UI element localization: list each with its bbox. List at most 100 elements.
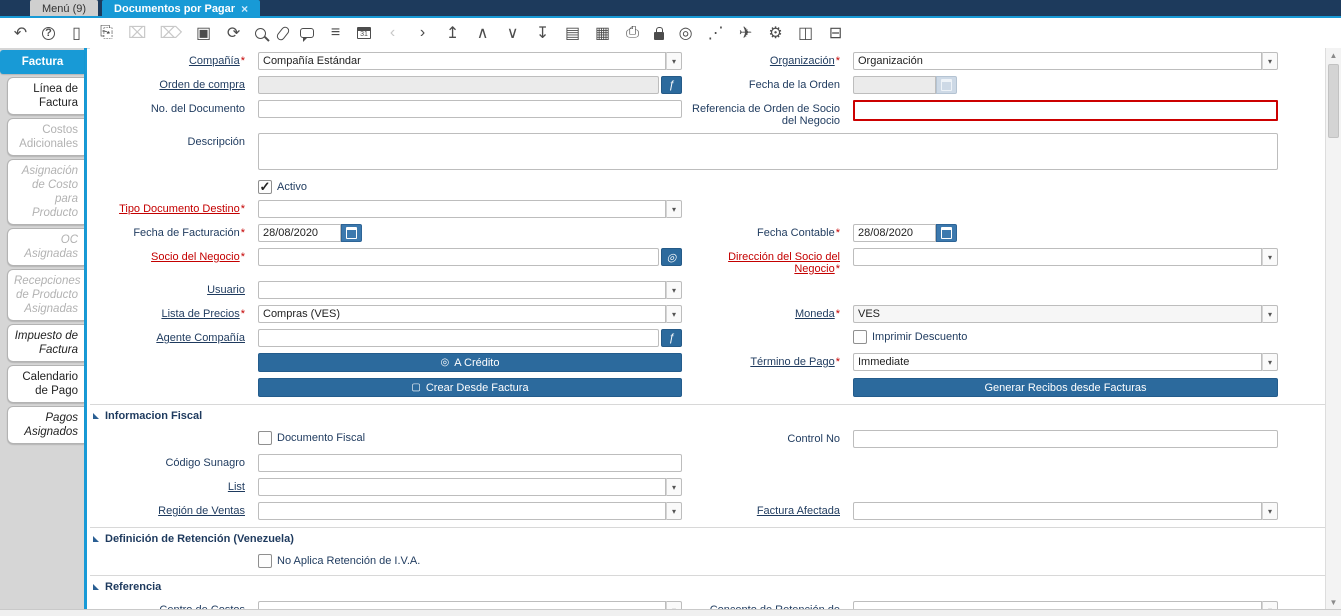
activo-checkbox[interactable]: ✓ bbox=[258, 179, 272, 194]
customize-icon[interactable]: ⚙ bbox=[767, 24, 784, 42]
label-moneda[interactable]: Moneda* bbox=[682, 305, 848, 320]
tipo-documento-destino-input[interactable] bbox=[258, 200, 666, 218]
record-search-icon[interactable]: ◎ bbox=[661, 248, 682, 266]
sidebar-tab-impuesto-de-factura[interactable]: Impuesto de Factura bbox=[7, 324, 84, 362]
chevron-down-icon[interactable]: ▾ bbox=[1262, 502, 1278, 520]
request-icon[interactable]: ✈ bbox=[737, 24, 754, 42]
report-icon[interactable]: ▤ bbox=[564, 24, 581, 42]
find-icon[interactable] bbox=[255, 27, 267, 39]
label-agente-compania[interactable]: Agente Compañía bbox=[90, 329, 253, 344]
detail-record-icon[interactable]: ∨ bbox=[504, 24, 521, 42]
a-credito-button[interactable]: ◎ A Crédito bbox=[258, 353, 682, 372]
vertical-scrollbar[interactable]: ▲ ▼ bbox=[1325, 48, 1341, 610]
label-orden-de-compra[interactable]: Orden de compra bbox=[90, 76, 253, 91]
parent-record-icon[interactable]: ∧ bbox=[474, 24, 491, 42]
descripcion-textarea[interactable] bbox=[258, 133, 1278, 170]
generar-recibos-button[interactable]: Generar Recibos desde Facturas bbox=[853, 378, 1278, 397]
chevron-down-icon[interactable]: ▾ bbox=[1262, 52, 1278, 70]
calendar-icon[interactable]: 31 bbox=[357, 27, 372, 39]
chevron-down-icon[interactable]: ▾ bbox=[1262, 305, 1278, 323]
first-record-icon[interactable]: ↥ bbox=[444, 24, 461, 42]
chevron-down-icon[interactable]: ▾ bbox=[666, 305, 682, 323]
grid-toggle-icon[interactable]: ≡ bbox=[327, 24, 344, 42]
undo-icon[interactable]: ↶ bbox=[12, 24, 29, 42]
sidebar-tab-calendario-de-pago[interactable]: Calendario de Pago bbox=[7, 365, 84, 403]
socio-del-negocio-input[interactable] bbox=[258, 248, 660, 266]
label-organizacion[interactable]: Organización* bbox=[682, 52, 848, 67]
chevron-down-icon[interactable]: ▾ bbox=[666, 52, 682, 70]
label-compania[interactable]: Compañía* bbox=[90, 52, 253, 67]
save-icon[interactable]: ▣ bbox=[195, 24, 212, 42]
tab-menu[interactable]: Menú (9) bbox=[30, 0, 99, 16]
copy-record-icon[interactable]: ⎘ bbox=[98, 24, 115, 42]
refresh-icon[interactable]: ⟳ bbox=[225, 24, 242, 42]
calendar-picker-icon[interactable] bbox=[341, 224, 362, 242]
tab-documentos-por-pagar[interactable]: Documentos por Pagar × bbox=[102, 0, 261, 16]
archive-icon[interactable]: ▦ bbox=[594, 24, 611, 42]
label-direccion-socio[interactable]: Dirección del Socio del Negocio* bbox=[682, 248, 848, 275]
imprimir-descuento-checkbox[interactable] bbox=[853, 330, 867, 344]
record-edit-icon[interactable]: ƒ bbox=[661, 329, 682, 347]
chevron-down-icon[interactable]: ▾ bbox=[666, 200, 682, 218]
attachment-icon[interactable] bbox=[275, 24, 291, 42]
agente-compania-input[interactable] bbox=[258, 329, 660, 347]
no-del-documento-input[interactable] bbox=[258, 100, 682, 118]
calendar-picker-icon[interactable] bbox=[936, 224, 957, 242]
organizacion-input[interactable] bbox=[853, 52, 1262, 70]
label-termino-de-pago[interactable]: Término de Pago* bbox=[682, 353, 848, 368]
next-record-icon[interactable]: › bbox=[414, 24, 431, 42]
factura-afectada-input[interactable] bbox=[853, 502, 1262, 520]
no-aplica-retencion-iva-checkbox[interactable] bbox=[258, 554, 272, 568]
label-factura-afectada[interactable]: Factura Afectada bbox=[682, 502, 848, 517]
chat-icon[interactable] bbox=[300, 28, 315, 42]
codigo-sunagro-input[interactable] bbox=[258, 454, 682, 472]
sidebar-tab-linea-de-factura[interactable]: Línea de Factura bbox=[7, 77, 84, 115]
documento-fiscal-checkbox[interactable] bbox=[258, 431, 272, 445]
fecha-de-facturacion-input[interactable] bbox=[258, 224, 341, 242]
referencia-orden-socio-input[interactable] bbox=[853, 100, 1278, 121]
chevron-down-icon[interactable]: ▾ bbox=[666, 502, 682, 520]
quick-form-icon[interactable]: ⊟ bbox=[827, 24, 844, 42]
scroll-down-icon[interactable]: ▼ bbox=[1326, 595, 1341, 610]
compania-input[interactable] bbox=[258, 52, 666, 70]
close-tab-icon[interactable]: × bbox=[241, 3, 248, 15]
collapse-triangle-icon bbox=[93, 413, 99, 419]
record-edit-icon[interactable]: ƒ bbox=[661, 76, 682, 94]
fecha-de-facturacion-field bbox=[258, 224, 362, 242]
chevron-down-icon[interactable]: ▾ bbox=[666, 478, 682, 496]
chevron-down-icon[interactable]: ▾ bbox=[666, 281, 682, 299]
label-region-de-ventas[interactable]: Región de Ventas bbox=[90, 502, 253, 517]
direccion-socio-input[interactable] bbox=[853, 248, 1262, 266]
usuario-input[interactable] bbox=[258, 281, 666, 299]
control-no-input[interactable] bbox=[853, 430, 1278, 448]
product-info-icon[interactable]: ◫ bbox=[797, 24, 814, 42]
label-lista-de-precios[interactable]: Lista de Precios* bbox=[90, 305, 253, 320]
chevron-down-icon[interactable]: ▾ bbox=[1262, 353, 1278, 371]
termino-de-pago-input[interactable] bbox=[853, 353, 1262, 371]
fecha-contable-input[interactable] bbox=[853, 224, 936, 242]
label-socio-del-negocio[interactable]: Socio del Negocio* bbox=[90, 248, 253, 263]
new-record-icon[interactable]: ▯ bbox=[68, 24, 85, 42]
lista-de-precios-input[interactable] bbox=[258, 305, 666, 323]
scrollbar-thumb[interactable] bbox=[1328, 64, 1339, 138]
label-usuario[interactable]: Usuario bbox=[90, 281, 253, 296]
list-input[interactable] bbox=[258, 478, 666, 496]
label-list[interactable]: List bbox=[90, 478, 253, 493]
sidebar-tab-pagos-asignados[interactable]: Pagos Asignados bbox=[7, 406, 84, 444]
print-icon[interactable]: ⎙ bbox=[624, 24, 641, 42]
section-definicion-retencion[interactable]: Definición de Retención (Venezuela) bbox=[90, 527, 1325, 548]
section-informacion-fiscal[interactable]: Informacion Fiscal bbox=[90, 404, 1325, 425]
sidebar-tab-factura[interactable]: Factura bbox=[0, 50, 84, 74]
label-tipo-documento-destino[interactable]: Tipo Documento Destino* bbox=[90, 200, 253, 215]
crear-desde-factura-button[interactable]: ▢ Crear Desde Factura bbox=[258, 378, 682, 397]
workflow-icon[interactable]: ⋰ bbox=[707, 24, 724, 42]
section-referencia[interactable]: Referencia bbox=[90, 575, 1325, 596]
lock-icon[interactable] bbox=[654, 26, 665, 40]
scroll-up-icon[interactable]: ▲ bbox=[1326, 48, 1341, 63]
region-de-ventas-input[interactable] bbox=[258, 502, 666, 520]
moneda-input[interactable] bbox=[853, 305, 1262, 323]
zoom-across-icon[interactable]: ◎ bbox=[677, 24, 694, 42]
last-record-icon[interactable]: ↧ bbox=[534, 24, 551, 42]
help-icon[interactable]: ? bbox=[42, 26, 55, 40]
chevron-down-icon[interactable]: ▾ bbox=[1262, 248, 1278, 266]
